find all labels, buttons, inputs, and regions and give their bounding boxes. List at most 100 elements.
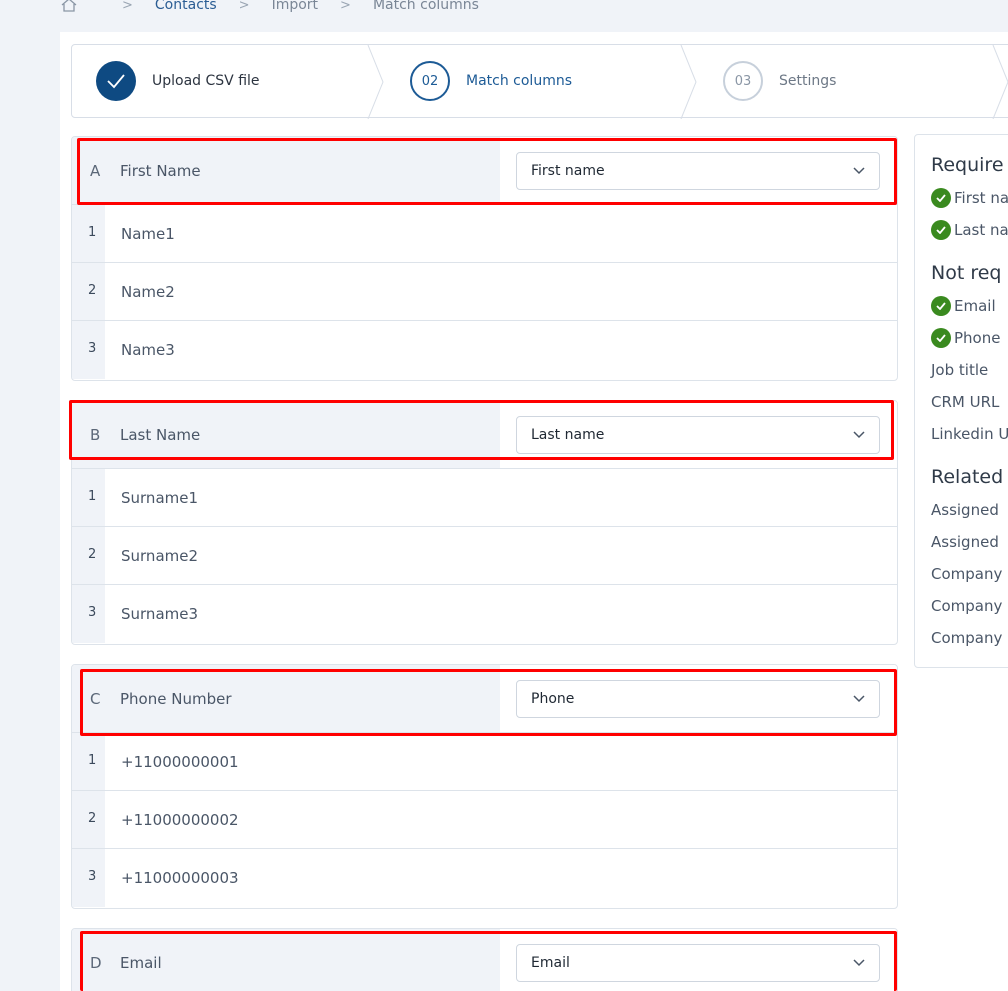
breadcrumb-import[interactable]: Import [272, 0, 318, 13]
step-settings[interactable]: 03 Settings [723, 45, 836, 117]
column-mapping-card: D Email Email [71, 928, 898, 991]
field-select[interactable]: Email [516, 943, 880, 982]
check-circle-icon [931, 328, 951, 348]
chevron-right-icon: > [340, 0, 351, 13]
column-mapping-header: A First Name First name [72, 137, 897, 205]
row-value: +11000000003 [121, 869, 239, 887]
step-number: 02 [410, 61, 450, 101]
step-divider [367, 45, 384, 119]
field-select[interactable]: First name [516, 151, 880, 190]
csv-column-name: Last Name [120, 425, 201, 444]
row-index: 1 [72, 205, 105, 262]
optional-field: CRM URL [931, 393, 1000, 411]
required-field: First na [931, 188, 1008, 208]
field-select-value: Phone [531, 690, 575, 707]
sample-row: 1 Name1 [72, 205, 897, 263]
row-index: 2 [72, 263, 105, 320]
field-select[interactable]: Phone [516, 679, 880, 718]
field-requirements-panel: Require First na Last na Not req Email P… [914, 134, 1008, 668]
csv-column-name: Email [120, 953, 162, 972]
column-letter: A [90, 161, 101, 180]
sample-row: 1 +11000000001 [72, 733, 897, 791]
field-select-value: First name [531, 162, 605, 179]
row-index: 1 [72, 733, 105, 790]
optional-field: Phone [931, 328, 1000, 348]
sample-row: 1 Surname1 [72, 469, 897, 527]
chevron-down-icon [853, 694, 865, 702]
related-title: Related [931, 466, 1004, 488]
related-field: Company [931, 629, 1003, 647]
step-label: Upload CSV file [152, 73, 260, 89]
optional-field: Linkedin U [931, 425, 1008, 443]
chevron-down-icon [853, 958, 865, 966]
import-stepper: Upload CSV file 02 Match columns 03 Sett… [71, 44, 1008, 119]
csv-column-name: Phone Number [120, 689, 232, 708]
chevron-down-icon [853, 166, 865, 174]
chevron-right-icon: > [122, 0, 133, 13]
optional-field: Email [931, 296, 996, 316]
field-label: Email [954, 297, 996, 315]
row-value: Surname3 [121, 605, 199, 623]
column-mapping-card: A First Name First name 1 Name1 2 Name2 3N… [71, 136, 898, 381]
field-label: Phone [954, 329, 1001, 347]
row-index: 3 [72, 585, 105, 643]
column-mapping-header: C Phone Number Phone [72, 665, 897, 733]
check-circle-icon [931, 296, 951, 316]
chevron-right-icon: > [238, 0, 250, 13]
breadcrumb-contacts[interactable]: Contacts [155, 0, 217, 13]
check-circle-icon [931, 220, 951, 240]
home-icon[interactable] [60, 0, 78, 14]
required-field: Last na [931, 220, 1008, 240]
related-field: Company [931, 565, 1003, 583]
sample-row: 3 Surname3 [72, 585, 897, 643]
row-value: +11000000001 [121, 752, 239, 771]
required-title: Require [931, 154, 1004, 176]
column-letter: C [90, 689, 101, 708]
row-index: 2 [72, 791, 105, 848]
sample-row: 3 +11000000003 [72, 849, 897, 907]
field-label: First na [954, 189, 1008, 207]
row-value: Surname1 [121, 488, 199, 507]
column-letter: B [90, 425, 101, 444]
step-number: 03 [723, 61, 763, 101]
row-value: Name1 [121, 224, 175, 243]
related-field: Assigned [931, 533, 999, 551]
step-complete-check-icon [96, 61, 136, 101]
field-label: Last na [954, 221, 1008, 239]
field-select-value: Email [531, 954, 570, 971]
column-mapping-header: D Email Email [72, 929, 897, 991]
column-mapping-header: B Last Name Last name [72, 401, 897, 469]
related-field: Company [931, 597, 1003, 615]
check-circle-icon [931, 188, 951, 208]
row-index: 1 [72, 469, 105, 526]
csv-column-name: First Name [120, 161, 201, 180]
step-divider [992, 45, 1008, 119]
step-match-columns[interactable]: 02 Match columns [410, 45, 572, 117]
step-divider [680, 45, 697, 119]
row-value: Name2 [121, 282, 175, 301]
step-upload-csv[interactable]: Upload CSV file [96, 45, 260, 117]
row-index: 2 [72, 527, 105, 584]
column-letter: D [90, 953, 102, 972]
chevron-down-icon [853, 430, 865, 438]
sample-row: 2 Surname2 [72, 527, 897, 585]
related-field: Assigned [931, 501, 999, 519]
breadcrumb: > Contacts > Import > Match columns [60, 0, 479, 16]
column-mapping-card: C Phone Number Phone 1 +11000000001 2 +110… [71, 664, 898, 909]
step-label: Settings [779, 73, 837, 89]
row-value: +11000000002 [121, 810, 239, 829]
row-index: 3 [72, 849, 105, 907]
step-label: Match columns [466, 73, 572, 89]
sample-row: 2 +11000000002 [72, 791, 897, 849]
field-select-value: Last name [531, 426, 605, 443]
sample-row: 3 Name3 [72, 321, 897, 379]
breadcrumb-match-columns: Match columns [372, 0, 479, 13]
column-mapping-card: B Last Name Last name 1 Surname1 2 Surname… [71, 400, 898, 645]
not-required-title: Not req [931, 262, 1002, 284]
row-value: Name3 [121, 341, 175, 359]
row-index: 3 [72, 321, 105, 379]
sample-row: 2 Name2 [72, 263, 897, 321]
optional-field: Job title [931, 361, 989, 379]
row-value: Surname2 [121, 546, 199, 565]
field-select[interactable]: Last name [516, 415, 880, 454]
